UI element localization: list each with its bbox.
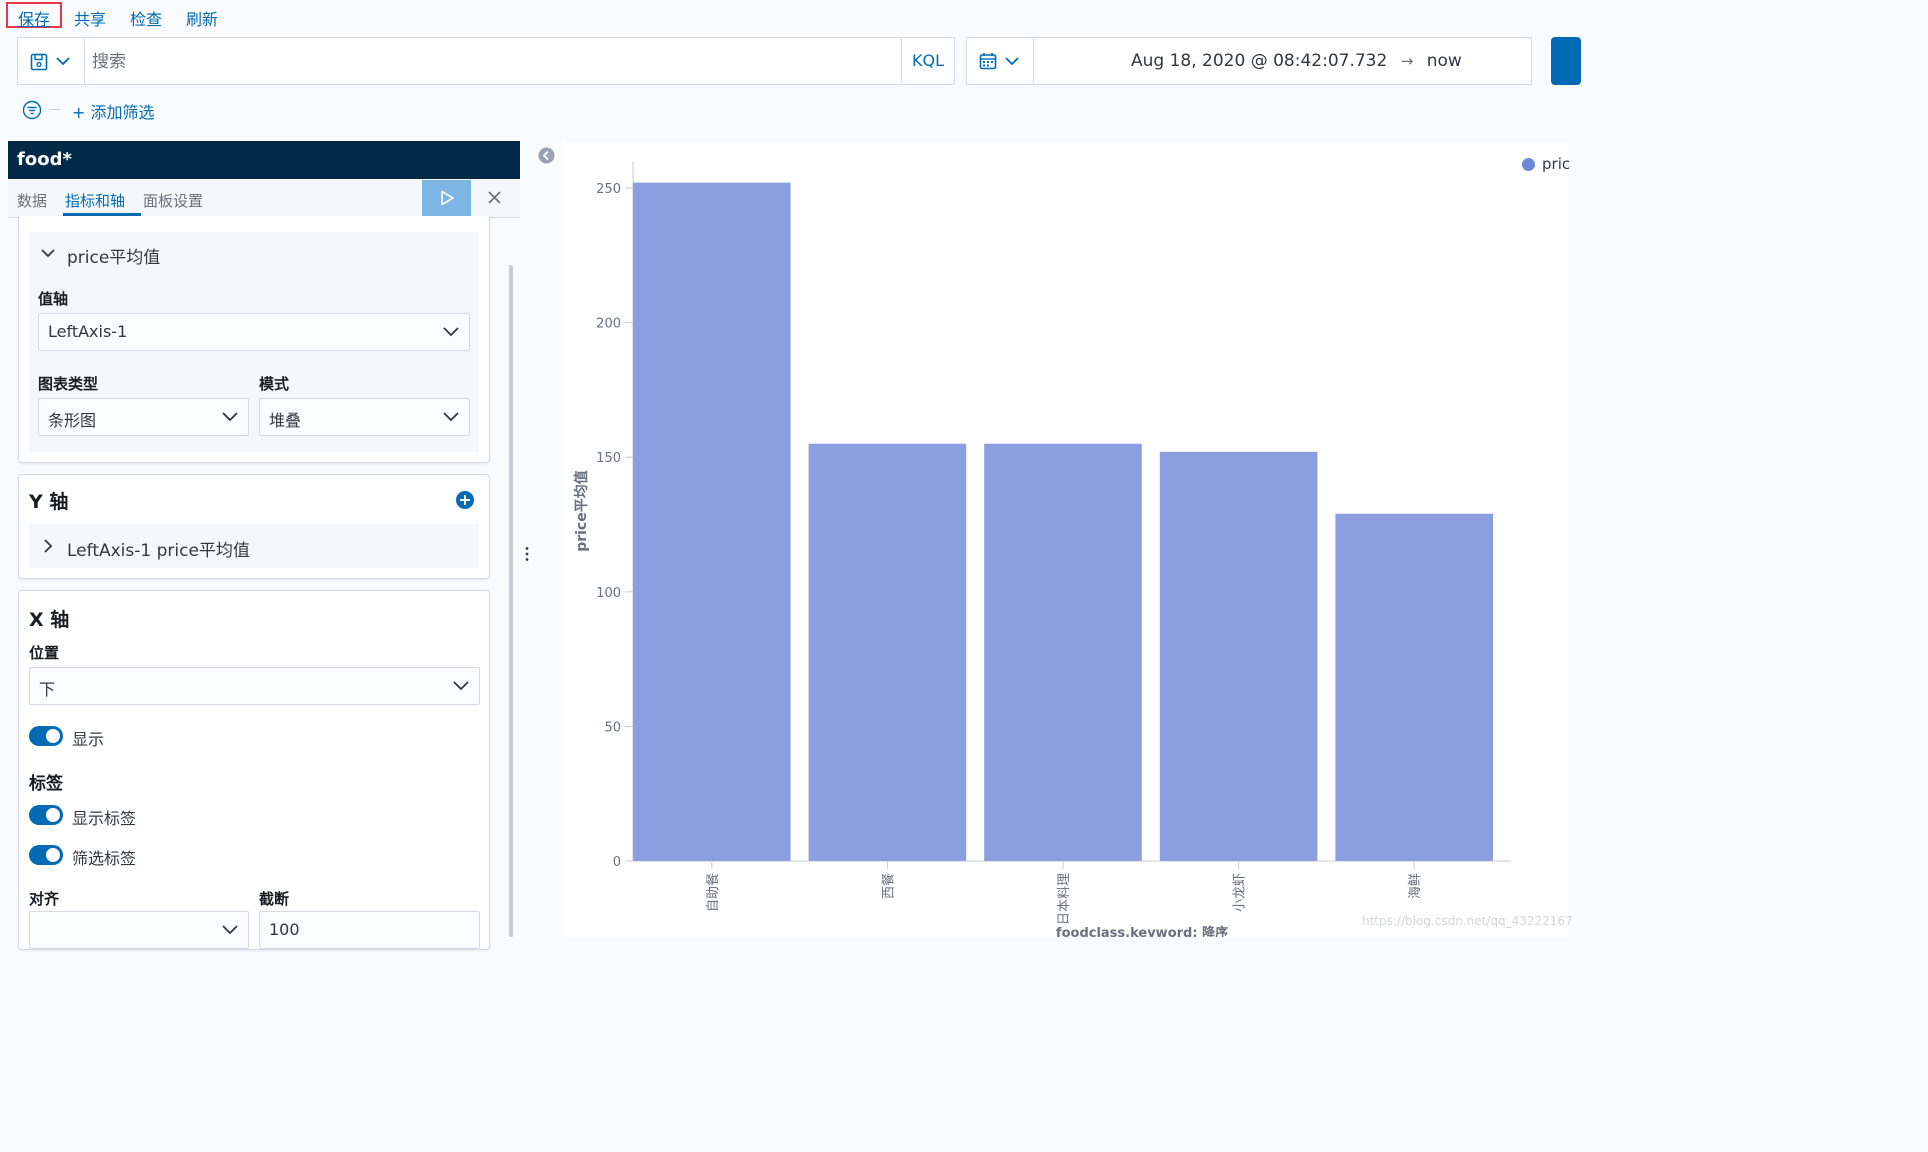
chevron-down-icon [56,57,70,66]
y-axis-label: price平均值 [573,470,590,552]
x-tick-label: 西餐 [880,873,896,899]
bar-2 [808,443,967,861]
sidebar-scrollbar[interactable] [509,265,513,937]
chart-type-value: 条形图 [48,411,97,430]
collapse-arrow-icon[interactable] [538,147,555,164]
kql-toggle[interactable]: KQL [901,38,954,84]
position-label: 位置 [29,644,60,662]
y-axis-panel: Y 轴 LeftAxis-1 price平均值 [18,474,490,579]
tab-panel-settings[interactable]: 面板设置 [143,190,203,211]
filter-labels-label: 筛选标签 [72,849,137,868]
calendar-icon [979,53,997,70]
mode-label: 模式 [259,375,290,393]
index-pattern-header: food* [8,141,520,179]
date-picker: Aug 18, 2020 @ 08:42:07.732 → now [966,37,1532,85]
align-label: 对齐 [29,890,60,908]
quick-select-button[interactable] [967,38,1034,84]
share-link[interactable]: 共享 [74,6,106,30]
chevron-down-icon [443,412,459,422]
legend-label[interactable]: pric [1542,155,1570,173]
x-axis-title: X 轴 [29,609,70,631]
x-tick-label: 小龙虾 [1233,873,1248,912]
align-select[interactable] [29,911,249,949]
metric-panel: price平均值 值轴 LeftAxis-1 图表类型 模式 条形图 堆叠 [18,216,490,463]
y-axis-item-label: LeftAxis-1 price平均值 [67,541,250,561]
bar-5 [1335,513,1493,861]
position-value: 下 [39,680,56,699]
date-range[interactable]: Aug 18, 2020 @ 08:42:07.732 → now [1131,51,1462,71]
x-axis-label: foodclass.keyword: 降序 [1056,925,1228,937]
bar-4 [1159,451,1318,861]
search-input[interactable] [90,46,894,78]
save-disk-icon [30,53,48,71]
mode-select[interactable]: 堆叠 [259,398,470,436]
chevron-down-icon[interactable] [41,248,55,258]
x-axis-panel: X 轴 位置 下 显示 标签 显示标签 筛选标签 对齐 截断 100 [18,590,490,950]
saved-query-button[interactable] [18,38,85,84]
chart-type-label: 图表类型 [38,375,99,393]
play-icon [441,190,454,206]
show-labels-toggle[interactable] [29,805,63,825]
update-button[interactable] [1551,37,1581,85]
filter-divider [50,109,60,110]
query-bar: KQL [17,37,955,85]
tab-metrics-axes[interactable]: 指标和轴 [65,190,125,211]
apply-changes-button[interactable] [422,180,471,216]
y-tick-label: 200 [596,317,621,332]
bar-chart: 0 50 100 150 200 250 price平均值自助餐 西餐 日本料理 小龙虾 海鲜 foo… [573,161,1511,937]
filter-labels-toggle[interactable] [29,845,63,865]
y-tick-label: 250 [596,182,621,197]
y-tick-label: 150 [596,451,621,466]
y-tick-label: 50 [604,720,621,735]
x-tick-label: 海鲜 [1408,873,1423,899]
watermark: https://blog.csdn.net/qq_43222167 [1362,914,1573,928]
tab-data[interactable]: 数据 [17,190,47,211]
labels-heading: 标签 [29,774,63,794]
inspect-link[interactable]: 检查 [130,6,162,30]
y-tick-label: 0 [613,855,621,870]
truncate-value: 100 [269,920,300,939]
chart-type-select[interactable]: 条形图 [38,398,249,436]
date-end[interactable]: now [1427,51,1462,71]
y-axis-item[interactable]: LeftAxis-1 price平均值 [29,524,479,568]
value-axis-label: 值轴 [38,290,69,308]
arrow-right-icon: → [1400,52,1414,70]
x-tick-label: 自助餐 [705,873,721,912]
chevron-down-icon [453,681,469,691]
drag-handle-icon[interactable] [524,546,530,562]
close-icon[interactable] [487,190,502,205]
value-axis-select[interactable]: LeftAxis-1 [38,313,470,351]
save-link[interactable]: 保存 [18,6,50,30]
value-axis-value: LeftAxis-1 [48,322,128,341]
chevron-down-icon [222,412,238,422]
refresh-link[interactable]: 刷新 [186,6,218,30]
filter-icon[interactable] [22,100,42,120]
bar-1 [633,182,791,862]
plus-circle-icon[interactable] [455,490,475,510]
metric-title[interactable]: price平均值 [67,243,160,268]
bar-3 [984,443,1142,861]
show-labels-label: 显示标签 [72,809,137,828]
x-tick-label: 日本料理 [1057,873,1072,925]
show-axis-toggle[interactable] [29,726,63,746]
add-filter-button[interactable]: + 添加筛选 [72,99,155,123]
chevron-down-icon [222,925,238,935]
position-select[interactable]: 下 [29,667,480,705]
truncate-input[interactable]: 100 [259,911,480,949]
index-pattern-title: food* [17,149,72,170]
chevron-down-icon [1005,57,1019,66]
y-axis-title: Y 轴 [29,491,69,513]
chevron-down-icon [443,327,459,337]
legend-swatch[interactable] [1522,158,1535,171]
date-start[interactable]: Aug 18, 2020 @ 08:42:07.732 [1131,51,1387,71]
mode-value: 堆叠 [269,411,302,430]
truncate-label: 截断 [259,890,290,908]
chevron-right-icon [44,539,53,553]
show-axis-label: 显示 [72,730,105,749]
y-tick-label: 100 [596,586,621,601]
